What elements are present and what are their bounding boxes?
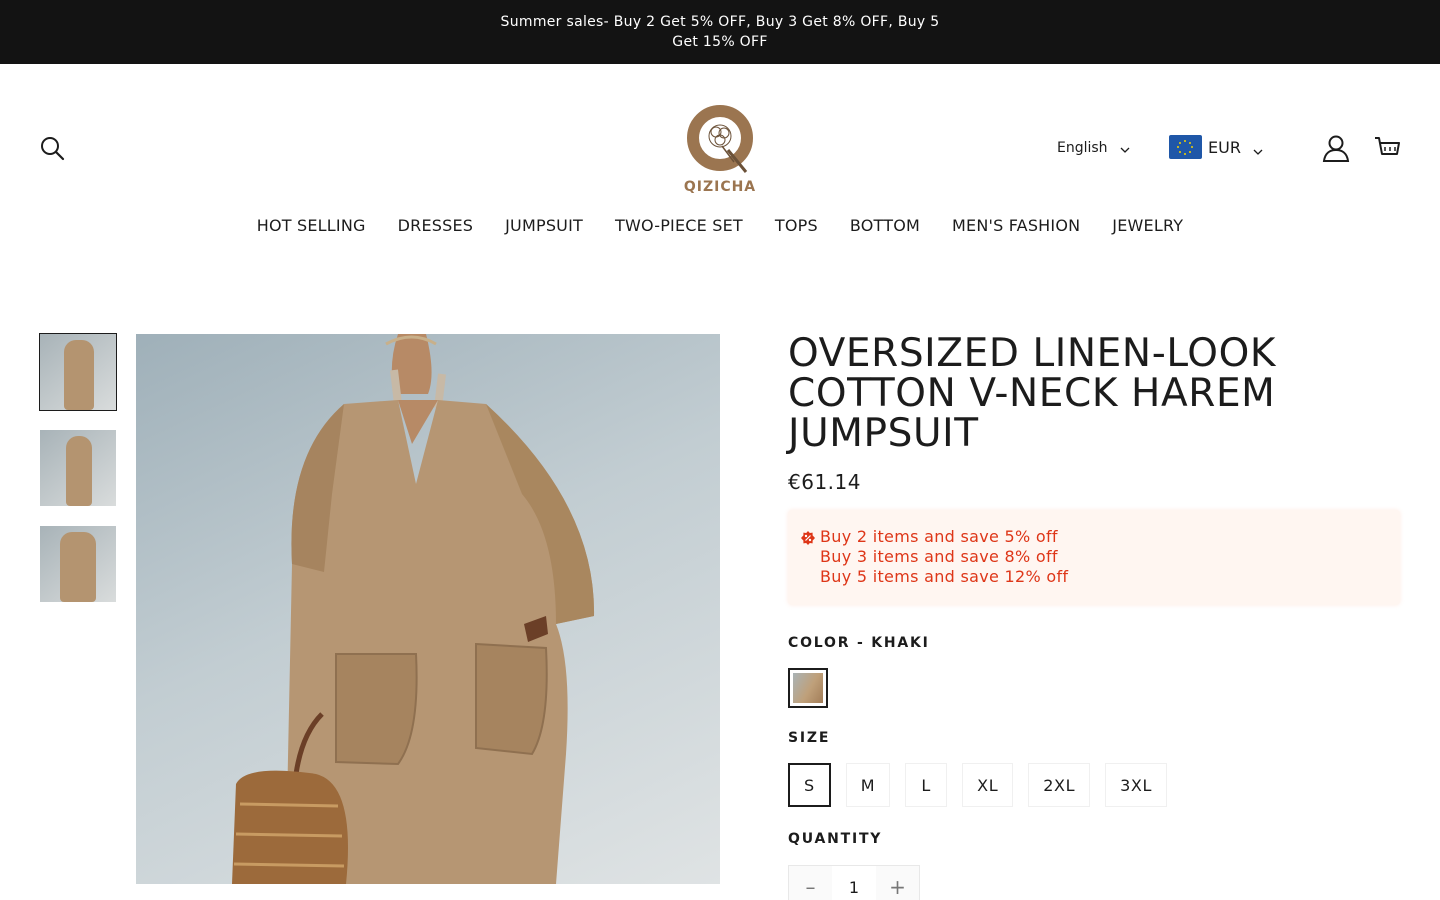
eu-flag-icon [1169, 135, 1202, 159]
product-info: OVERSIZED LINEN-LOOK COTTON V-NECK HAREM… [788, 334, 1400, 900]
product-main-image[interactable] [136, 334, 720, 884]
account-icon[interactable] [1322, 134, 1350, 162]
currency-selector[interactable]: EUR [1169, 135, 1263, 159]
discount-banner: Buy 2 items and save 5% off Buy 3 items … [788, 510, 1400, 605]
nav-item-dresses[interactable]: DRESSES [398, 216, 474, 236]
search-icon[interactable] [38, 134, 66, 162]
language-selector[interactable]: English [1057, 138, 1130, 158]
language-label: English [1057, 140, 1108, 156]
chevron-down-icon [1120, 143, 1130, 153]
logo-mark-icon [687, 105, 753, 173]
nav-item-tops[interactable]: TOPS [775, 216, 818, 236]
main-nav: HOT SELLING DRESSES JUMPSUIT TWO-PIECE S… [0, 216, 1440, 266]
discount-badge-icon [801, 531, 815, 545]
chevron-down-icon [1253, 142, 1263, 155]
quantity-stepper: – + [788, 865, 920, 900]
size-option-3xl[interactable]: 3XL [1105, 763, 1167, 807]
color-label: COLOR - KHAKI [788, 635, 930, 651]
size-options: S M L XL 2XL 3XL [788, 763, 1400, 807]
nav-item-hot-selling[interactable]: HOT SELLING [257, 216, 366, 236]
logo-text: QIZICHA [683, 179, 757, 195]
size-option-l[interactable]: L [905, 763, 948, 807]
product-thumbnail[interactable] [40, 526, 116, 602]
size-option-xl[interactable]: XL [962, 763, 1014, 807]
nav-item-bottom[interactable]: BOTTOM [850, 216, 920, 236]
jumpsuit-photo-icon [232, 334, 595, 884]
product-thumbnail[interactable] [39, 333, 117, 411]
cart-icon[interactable] [1373, 134, 1401, 162]
size-option-m[interactable]: M [845, 763, 891, 807]
plus-icon[interactable]: + [876, 866, 919, 900]
color-swatch-khaki[interactable] [788, 668, 828, 708]
announcement-bar: Summer sales- Buy 2 Get 5% OFF, Buy 3 Ge… [0, 0, 1440, 64]
quantity-label: QUANTITY [788, 831, 883, 847]
product-section: OVERSIZED LINEN-LOOK COTTON V-NECK HAREM… [0, 266, 1440, 900]
store-logo[interactable]: QIZICHA [676, 102, 764, 195]
discount-line: Buy 5 items and save 12% off [820, 567, 1069, 586]
minus-icon[interactable]: – [789, 866, 832, 900]
size-option-s[interactable]: S [788, 763, 831, 807]
discount-line: Buy 2 items and save 5% off [820, 527, 1058, 546]
product-price: €61.14 [788, 470, 861, 494]
quantity-input[interactable] [832, 866, 876, 900]
nav-item-two-piece-set[interactable]: TWO-PIECE SET [615, 216, 743, 236]
product-title: OVERSIZED LINEN-LOOK COTTON V-NECK HAREM… [788, 331, 1277, 456]
announcement-text: Summer sales- Buy 2 Get 5% OFF, Buy 3 Ge… [500, 14, 940, 50]
nav-item-jumpsuit[interactable]: JUMPSUIT [505, 216, 583, 236]
thumbnail-list [39, 333, 117, 622]
product-thumbnail[interactable] [40, 430, 116, 506]
currency-label: EUR [1208, 137, 1241, 157]
nav-item-jewelry[interactable]: JEWELRY [1112, 216, 1183, 236]
nav-item-mens-fashion[interactable]: MEN'S FASHION [952, 216, 1080, 236]
size-option-2xl[interactable]: 2XL [1028, 763, 1091, 807]
size-label: SIZE [788, 730, 831, 746]
site-header: QIZICHA English EUR [0, 64, 1440, 216]
discount-line: Buy 3 items and save 8% off [820, 547, 1058, 566]
